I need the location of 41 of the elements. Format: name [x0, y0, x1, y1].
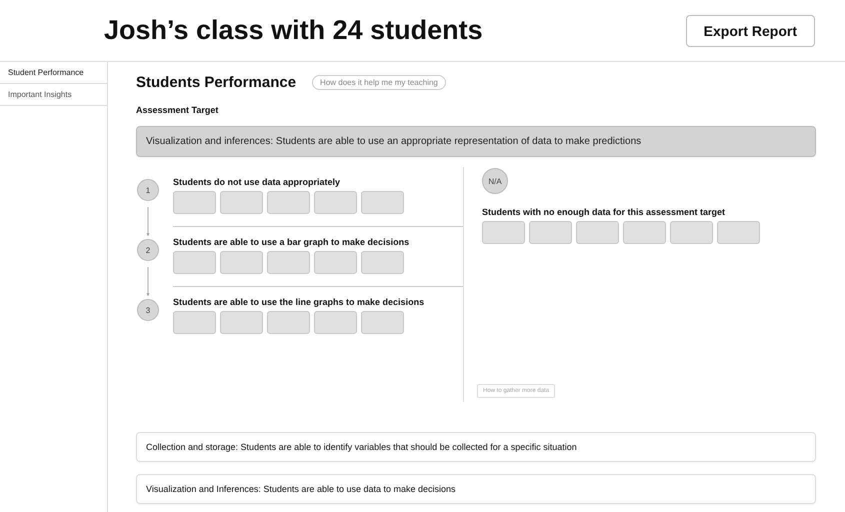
target-bar[interactable]: Visualization and Inferences: Students are able to use data to make decisions	[136, 474, 816, 504]
student-placeholder[interactable]	[267, 191, 310, 214]
student-placeholder[interactable]	[173, 311, 216, 334]
student-placeholder[interactable]	[173, 191, 216, 214]
student-placeholder[interactable]	[361, 311, 404, 334]
page-title: Josh’s class with 24 students	[104, 15, 483, 46]
student-placeholder[interactable]	[717, 221, 760, 244]
down-arrow-icon	[145, 267, 151, 297]
help-button[interactable]: How does it help me my teaching	[312, 75, 446, 90]
student-placeholder[interactable]	[361, 191, 404, 214]
student-placeholder[interactable]	[220, 251, 263, 274]
student-placeholder[interactable]	[482, 221, 525, 244]
section-subtitle: Assessment Target	[136, 105, 220, 115]
student-placeholder[interactable]	[576, 221, 619, 244]
student-placeholder[interactable]	[314, 251, 357, 274]
down-arrow-icon	[145, 207, 151, 237]
sidebar-item[interactable]: Important Insights	[0, 84, 107, 106]
no-data-label: Students with no enough data for this assessment target	[482, 207, 726, 217]
target-bar[interactable]: Collection and storage: Students are able to identify variables that should be collected for a specific situation	[136, 432, 816, 462]
student-placeholder[interactable]	[267, 311, 310, 334]
student-placeholder[interactable]	[220, 191, 263, 214]
level-label: Students do not use data appropriately	[173, 177, 342, 187]
student-placeholder[interactable]	[529, 221, 572, 244]
level-label: Students are able to use a bar graph to make decisions	[173, 237, 410, 247]
level-badge: 3	[137, 299, 159, 321]
student-placeholder[interactable]	[314, 191, 357, 214]
export-button[interactable]: Export Report	[686, 14, 815, 46]
section-title: Students Performance	[136, 74, 296, 91]
sidebar-item[interactable]: Student Performance	[0, 62, 107, 84]
na-badge: N/A	[482, 168, 508, 194]
level-badge: 1	[137, 179, 159, 201]
target-bar[interactable]: Visualization and inferences: Students are able to use an appropriate representation of data to make predictions	[136, 126, 816, 157]
student-placeholder[interactable]	[361, 251, 404, 274]
student-placeholder[interactable]	[173, 251, 216, 274]
level-label: Students are able to use the line graphs to make decisions	[173, 297, 426, 307]
student-placeholder[interactable]	[314, 311, 357, 334]
student-placeholder[interactable]	[267, 251, 310, 274]
student-placeholder[interactable]	[623, 221, 666, 244]
level-badge: 2	[137, 239, 159, 261]
student-placeholder[interactable]	[220, 311, 263, 334]
student-placeholder[interactable]	[670, 221, 713, 244]
